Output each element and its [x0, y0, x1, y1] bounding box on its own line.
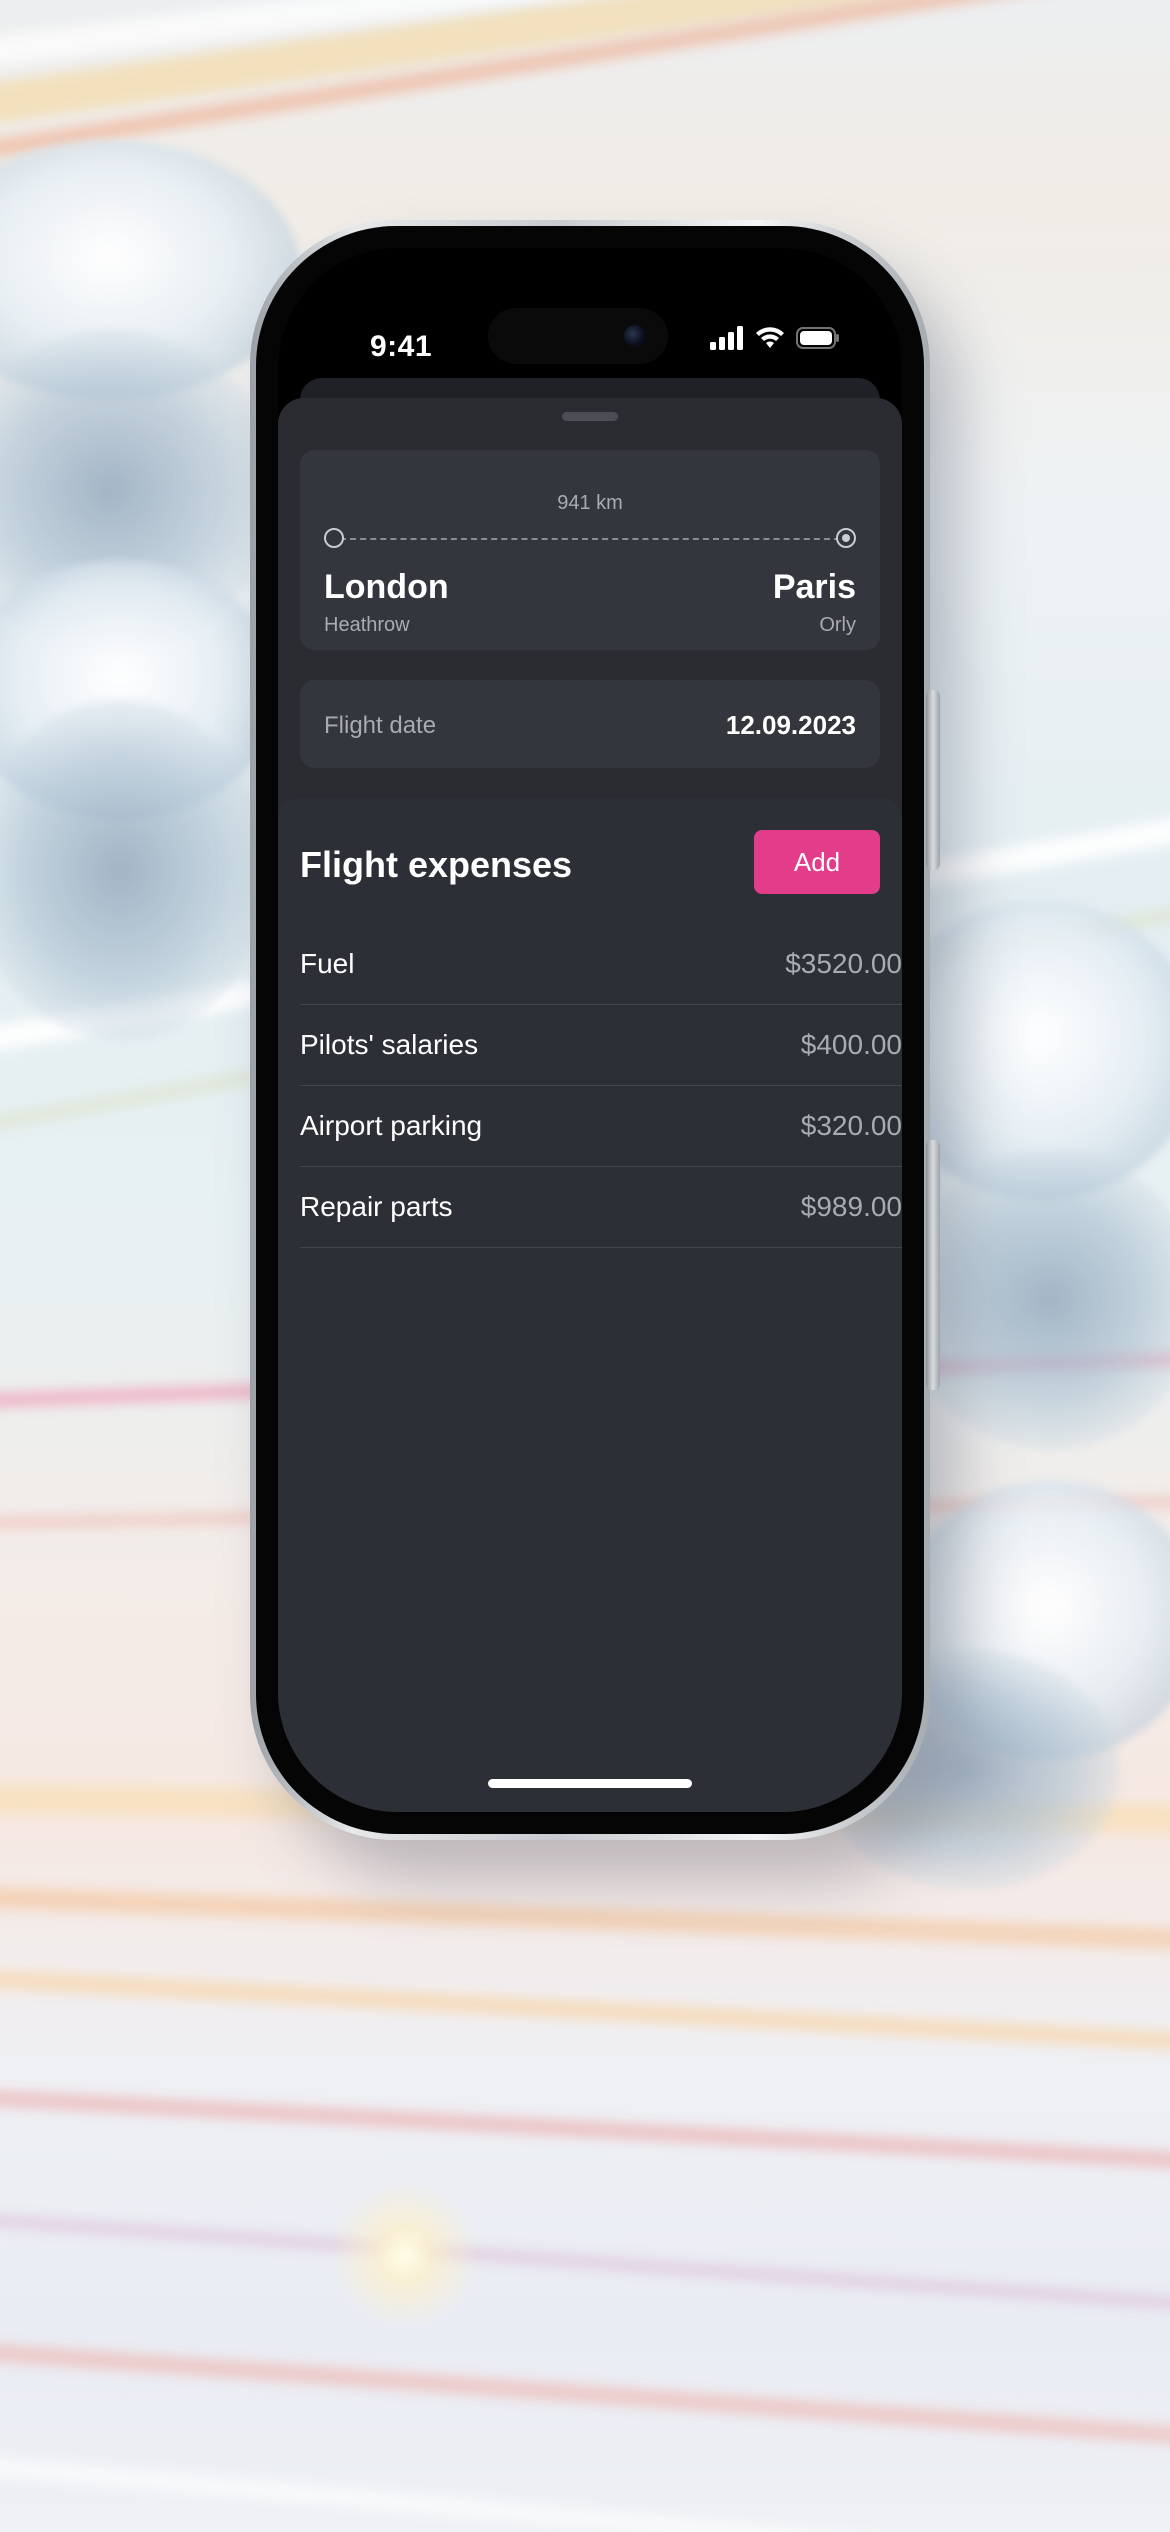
flight-date-field[interactable]: Flight date 12.09.2023	[300, 680, 880, 768]
camera-icon	[624, 325, 646, 347]
expenses-section: Flight expenses Add Fuel $3520.00 Pilots…	[278, 798, 902, 1812]
flight-date-value[interactable]: 12.09.2023	[726, 710, 856, 741]
cloud	[900, 1150, 1170, 1450]
destination-dot-icon	[836, 528, 856, 548]
flight-sheet: 941 km London Heathrow Paris Orly Flight…	[278, 398, 902, 1812]
side-button	[926, 1140, 940, 1390]
light-streak	[0, 2080, 1170, 2180]
dynamic-island	[488, 308, 668, 364]
route-line	[340, 538, 840, 540]
destination-city: Paris	[772, 568, 856, 606]
expense-name: Repair parts	[300, 1191, 453, 1222]
add-expense-button[interactable]: Add	[754, 830, 880, 894]
origin-airport: Heathrow	[324, 614, 410, 636]
expenses-title: Flight expenses	[300, 844, 573, 885]
phone-frame: 9:41 941 km London Heathrow Paris Orly F…	[250, 220, 940, 1840]
route-distance: 941 km	[557, 492, 623, 514]
list-item[interactable]: Fuel $3520.00	[300, 924, 902, 1005]
wifi-icon	[756, 327, 784, 348]
list-item[interactable]: Pilots' salaries $400.00	[300, 1005, 902, 1086]
light-streak	[0, 2200, 1170, 2326]
list-item[interactable]: Repair parts $989.00	[300, 1167, 902, 1248]
expense-amount: $320.00	[800, 1110, 902, 1141]
home-indicator[interactable]	[488, 1779, 692, 1788]
light-streak	[0, 1960, 1170, 2062]
light-streak	[0, 1880, 1170, 1958]
expense-list: Fuel $3520.00 Pilots' salaries $400.00 A…	[300, 924, 902, 1248]
destination-airport: Orly	[819, 614, 856, 636]
phone-bezel: 9:41 941 km London Heathrow Paris Orly F…	[256, 226, 924, 1834]
status-time: 9:41	[370, 330, 433, 363]
expense-amount: $989.00	[800, 1191, 902, 1222]
sun-glare	[330, 2180, 480, 2330]
status-icons	[710, 326, 840, 350]
light-streak	[0, 2330, 1170, 2460]
expense-amount: $3520.00	[785, 948, 902, 979]
expense-name: Pilots' salaries	[300, 1029, 479, 1060]
side-button	[926, 690, 940, 870]
list-item[interactable]: Airport parking $320.00	[300, 1086, 902, 1167]
cellular-signal-icon	[710, 326, 743, 350]
origin-city: London	[324, 568, 449, 606]
flight-date-label: Flight date	[324, 712, 437, 739]
battery-icon	[796, 327, 839, 349]
expense-name: Fuel	[300, 948, 355, 979]
route-card: 941 km London Heathrow Paris Orly	[300, 450, 880, 650]
light-streak	[0, 2440, 1170, 2532]
expense-name: Airport parking	[300, 1110, 483, 1141]
phone-screen: 9:41 941 km London Heathrow Paris Orly F…	[278, 248, 902, 1812]
expense-amount: $400.00	[800, 1029, 902, 1060]
origin-dot-icon	[324, 528, 344, 548]
sheet-grabber[interactable]	[562, 412, 618, 421]
